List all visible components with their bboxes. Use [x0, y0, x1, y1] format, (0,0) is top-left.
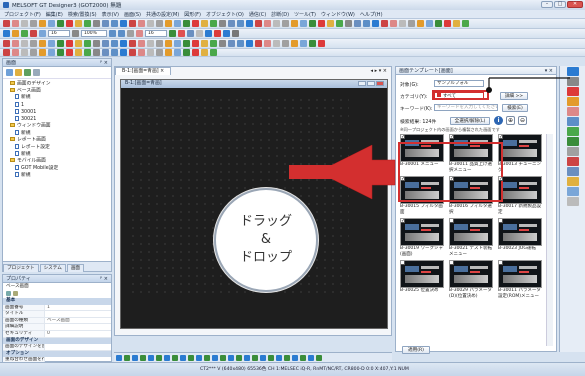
thumbnail-checkbox[interactable]	[401, 261, 405, 265]
thumbnail-checkbox[interactable]	[499, 219, 503, 223]
thumbnail-checkbox[interactable]	[450, 261, 454, 265]
callout-dot	[486, 87, 492, 93]
callout-line-2: &	[260, 232, 272, 247]
thumbnail-checkbox[interactable]: ✓	[401, 135, 405, 140]
thumbnail-checkbox[interactable]: ✓	[401, 219, 405, 224]
thumbnail-checkbox[interactable]: ✓	[401, 177, 405, 182]
thumbnail-checkbox[interactable]	[450, 219, 454, 223]
callout-line-3: ドロップ	[239, 250, 292, 265]
drag-drop-callout: ドラッグ & ドロップ	[214, 188, 318, 292]
thumbnail-checkbox[interactable]	[499, 261, 503, 265]
thumbnail-checkbox[interactable]: ✓	[450, 177, 454, 182]
thumbnail-checkbox[interactable]: ✓	[499, 177, 503, 182]
app-window: MELSOFT GT Designer3 (GOT2000) 無題 – □ ✕ …	[0, 0, 585, 376]
annotation-overlay	[289, 77, 570, 200]
callout-line-1: ドラッグ	[239, 214, 292, 229]
thumbnail-checkbox[interactable]: ✓	[450, 135, 454, 140]
drag-arrow-shaft	[289, 165, 373, 179]
thumbnail-checkbox[interactable]: ✓	[499, 135, 503, 140]
